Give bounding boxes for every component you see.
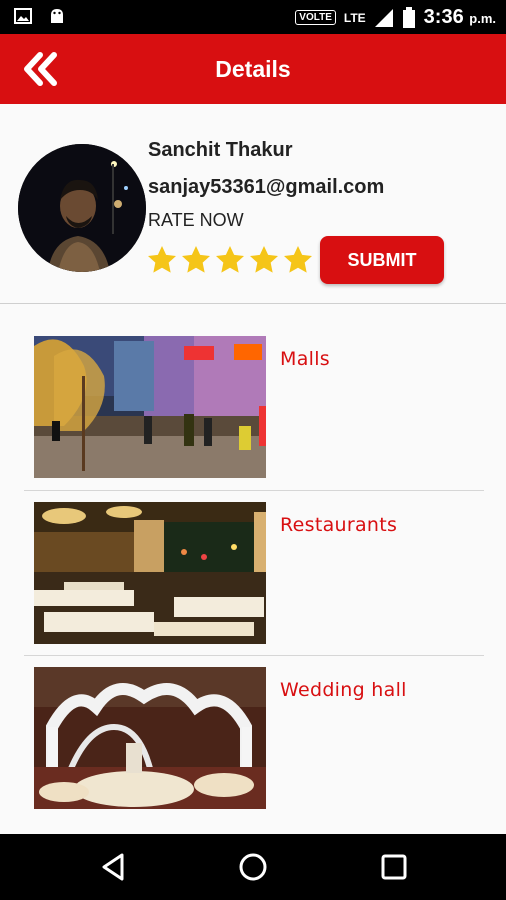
list-item-malls[interactable]: Malls: [24, 304, 484, 478]
star-icon[interactable]: [180, 244, 212, 276]
avatar: [18, 144, 146, 272]
recents-square-icon: [381, 854, 407, 880]
back-triangle-icon: [102, 853, 124, 881]
app-bar: Details: [0, 34, 506, 104]
nav-recents-button[interactable]: [378, 851, 410, 883]
profile-section: Sanchit Thakur sanjay53361@gmail.com RAT…: [0, 104, 506, 304]
nav-back-button[interactable]: [98, 851, 130, 883]
star-icon[interactable]: [248, 244, 280, 276]
star-icon[interactable]: [214, 244, 246, 276]
malls-image: [34, 336, 266, 478]
image-icon: [14, 8, 32, 24]
navigation-bar: [0, 834, 506, 900]
android-icon: [51, 9, 63, 23]
wedding-hall-image: [34, 667, 266, 809]
category-label: Restaurants: [280, 514, 398, 536]
rating-stars[interactable]: [146, 244, 314, 276]
submit-button[interactable]: SUBMIT: [320, 236, 444, 284]
list-item-wedding-hall[interactable]: Wedding hall: [24, 635, 484, 809]
list-item-restaurants[interactable]: Restaurants: [24, 470, 484, 644]
home-circle-icon: [239, 853, 267, 881]
volte-badge: VOLTE: [295, 10, 336, 25]
user-email: sanjay53361@gmail.com: [148, 176, 385, 198]
star-icon[interactable]: [146, 244, 178, 276]
restaurants-image: [34, 502, 266, 644]
rate-now-label: RATE NOW: [148, 210, 244, 230]
nav-home-button[interactable]: [237, 851, 269, 883]
category-label: Malls: [280, 348, 330, 370]
battery-icon: [402, 6, 415, 28]
page-title: Details: [215, 56, 291, 82]
clock: 3:36 p.m.: [423, 6, 496, 28]
category-label: Wedding hall: [280, 679, 407, 701]
star-icon[interactable]: [282, 244, 314, 276]
status-bar: VOLTE LTE 3:36 p.m.: [0, 0, 506, 34]
user-name: Sanchit Thakur: [148, 139, 293, 161]
lte-icon: LTE: [343, 10, 366, 25]
signal-icon: [374, 8, 393, 27]
